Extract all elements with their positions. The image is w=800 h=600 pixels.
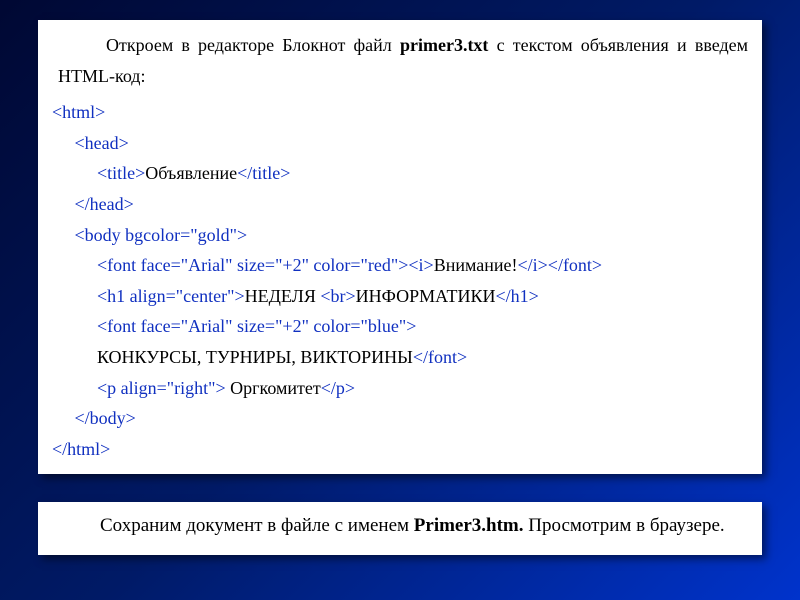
- code-line: <h1 align="center">НЕДЕЛЯ <br>ИНФОРМАТИК…: [52, 281, 748, 312]
- code-tag: <head>: [75, 133, 129, 153]
- code-tag: </html>: [52, 439, 110, 459]
- footer-part1: Сохраним документ в файле с именем: [100, 515, 414, 536]
- code-line: <html>: [52, 97, 748, 128]
- code-text: ИНФОРМАТИКИ: [356, 286, 496, 306]
- code-tag: <html>: [52, 102, 105, 122]
- code-line: КОНКУРСЫ, ТУРНИРЫ, ВИКТОРИНЫ</font>: [52, 342, 748, 373]
- code-tag: </h1>: [496, 286, 539, 306]
- code-text: КОНКУРСЫ, ТУРНИРЫ, ВИКТОРИНЫ: [97, 347, 413, 367]
- code-tag: <font face="Arial" size="+2" color="red"…: [97, 255, 434, 275]
- code-tag: </body>: [75, 408, 136, 428]
- code-text: Объявление: [145, 163, 237, 183]
- footer-filename: Primer3.htm.: [414, 515, 524, 536]
- code-line: <head>: [52, 128, 748, 159]
- code-tag: <body bgcolor="gold">: [75, 225, 248, 245]
- code-line: <font face="Arial" size="+2" color="red"…: [52, 250, 748, 281]
- code-tag: <h1 align="center">: [97, 286, 245, 306]
- code-line: <title>Объявление</title>: [52, 158, 748, 189]
- code-tag: </title>: [237, 163, 290, 183]
- code-tag: </head>: [75, 194, 134, 214]
- code-tag: <title>: [97, 163, 145, 183]
- code-tag: </p>: [321, 378, 355, 398]
- code-line: <p align="right"> Оргкомитет</p>: [52, 373, 748, 404]
- footer-card: Сохраним документ в файле с именем Prime…: [38, 502, 762, 555]
- code-text: НЕДЕЛЯ: [245, 286, 321, 306]
- code-line: </body>: [52, 403, 748, 434]
- code-tag: </i></font>: [517, 255, 602, 275]
- code-text: Внимание!: [434, 255, 518, 275]
- intro-filename: primer3.txt: [400, 35, 488, 55]
- code-tag: <br>: [320, 286, 355, 306]
- code-tag: </font>: [413, 347, 467, 367]
- code-line: </html>: [52, 434, 748, 465]
- code-line: <body bgcolor="gold">: [52, 220, 748, 251]
- intro-text: Откроем в редакторе Блокнот файл primer3…: [52, 30, 748, 91]
- code-line: <font face="Arial" size="+2" color="blue…: [52, 311, 748, 342]
- footer-text: Сохраним документ в файле с именем Prime…: [52, 512, 748, 541]
- intro-part1: Откроем в редакторе Блокнот файл: [106, 35, 400, 55]
- main-card: Откроем в редакторе Блокнот файл primer3…: [38, 20, 762, 474]
- code-block: <html> <head> <title>Объявление</title> …: [52, 97, 748, 464]
- code-text: Оргкомитет: [226, 378, 321, 398]
- footer-part2: Просмотрим в браузере.: [524, 515, 725, 536]
- code-tag: <font face="Arial" size="+2" color="blue…: [97, 316, 416, 336]
- code-line: </head>: [52, 189, 748, 220]
- code-tag: <p align="right">: [97, 378, 226, 398]
